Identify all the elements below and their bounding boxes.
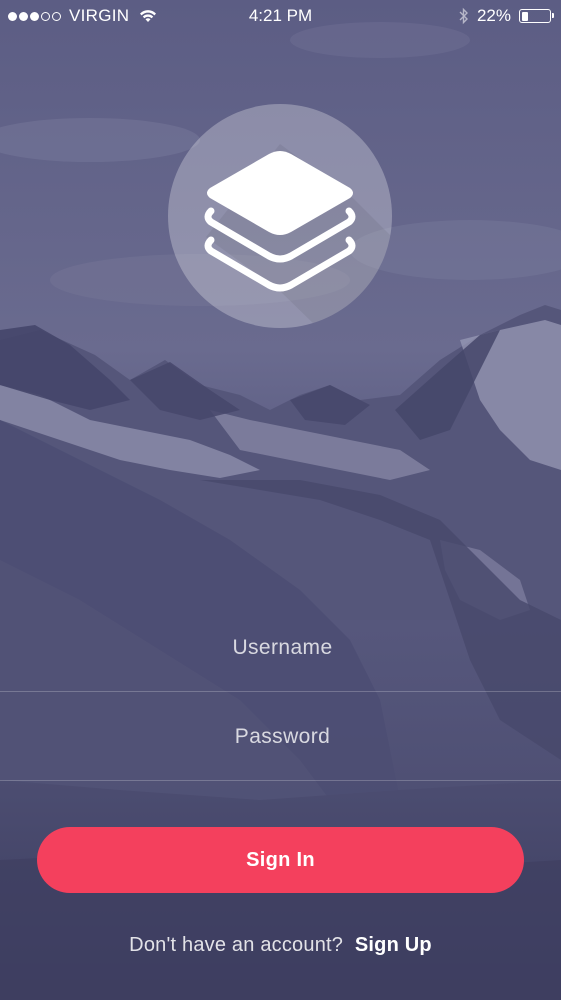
login-screen: VIRGIN 4:21 PM 22% Username Sign In Don'… <box>0 0 561 1000</box>
status-bar: VIRGIN 4:21 PM 22% <box>0 0 561 32</box>
signup-prompt-text: Don't have an account? <box>129 934 344 956</box>
battery-percent: 22% <box>476 6 511 25</box>
status-right: 22% <box>459 6 554 26</box>
sign-in-button[interactable]: Sign In <box>37 827 524 893</box>
battery-level-fill <box>521 11 528 21</box>
signup-prompt: Don't have an account? Sign Up <box>0 934 561 957</box>
bluetooth-icon <box>459 7 468 25</box>
app-logo <box>168 104 392 328</box>
sign-up-link[interactable]: Sign Up <box>355 934 432 956</box>
layers-icon <box>204 144 392 328</box>
password-field-container <box>0 692 561 782</box>
username-field-container <box>0 603 561 693</box>
battery-icon <box>519 9 554 23</box>
username-input[interactable] <box>0 603 561 693</box>
password-input[interactable] <box>0 692 561 782</box>
